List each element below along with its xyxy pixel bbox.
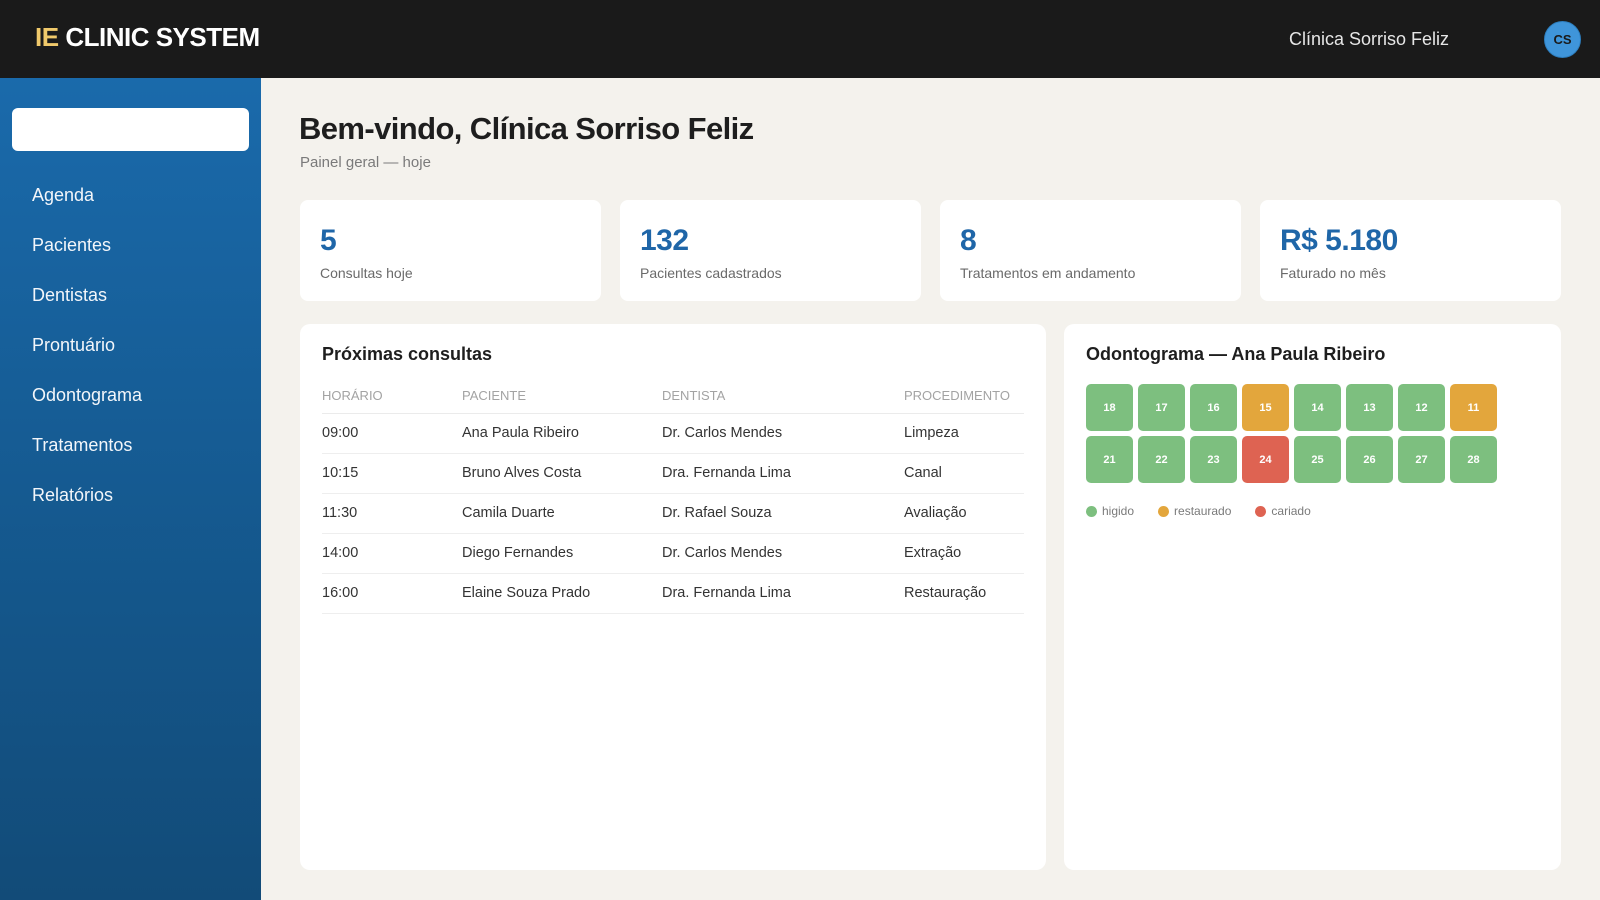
tooth[interactable]: 25 [1294, 436, 1341, 483]
user-avatar[interactable]: CS [1544, 21, 1581, 58]
appointment-procedure: Canal [904, 453, 1024, 494]
tooth[interactable]: 26 [1346, 436, 1393, 483]
stat-value: R$ 5.180 [1280, 224, 1398, 257]
tooth[interactable]: 28 [1450, 436, 1497, 483]
tooth[interactable]: 23 [1190, 436, 1237, 483]
appointment-time: 16:00 [322, 573, 462, 614]
brand-name: CLINIC SYSTEM [65, 22, 260, 52]
sidebar-item-agenda[interactable]: Agenda [0, 170, 261, 220]
main-content: Bem-vindo, Clínica Sorriso Feliz Painel … [261, 78, 1600, 900]
appointment-patient: Elaine Souza Prado [462, 573, 662, 614]
legend-item-cariado: cariado [1255, 504, 1311, 518]
odontogram-card: Odontograma — Ana Paula Ribeiro 18 17 16… [1064, 324, 1561, 870]
stat-label: Faturado no mês [1280, 265, 1386, 281]
table-row[interactable]: 11:30 Camila Duarte Dr. Rafael Souza Ava… [322, 493, 1024, 534]
stat-label: Consultas hoje [320, 265, 413, 281]
appointment-dentist: Dra. Fernanda Lima [662, 453, 904, 494]
tooth[interactable]: 11 [1450, 384, 1497, 431]
table-row[interactable]: 09:00 Ana Paula Ribeiro Dr. Carlos Mende… [322, 413, 1024, 454]
odontogram-legend: higido restaurado cariado [1086, 504, 1335, 518]
stat-value: 8 [960, 224, 977, 257]
tooth[interactable]: 16 [1190, 384, 1237, 431]
tooth[interactable]: 17 [1138, 384, 1185, 431]
appointment-dentist: Dr. Rafael Souza [662, 493, 904, 534]
sidebar-item-pacientes[interactable]: Pacientes [0, 220, 261, 270]
appointment-time: 09:00 [322, 413, 462, 454]
odontogram-upper-row: 18 17 16 15 14 13 12 11 [1086, 384, 1502, 431]
legend-dot [1255, 505, 1267, 517]
clinic-name: Clínica Sorriso Feliz [1289, 29, 1450, 49]
sidebar-nav: Agenda Pacientes Dentistas Prontuário Od… [0, 170, 261, 520]
tooth[interactable]: 21 [1086, 436, 1133, 483]
legend-label: higido [1102, 504, 1135, 518]
stat-value: 5 [320, 224, 337, 257]
appointment-time: 10:15 [322, 453, 462, 494]
stat-card-tratamentos: 8 Tratamentos em andamento [940, 200, 1241, 301]
legend-label: cariado [1271, 504, 1311, 518]
odontogram-lower-row: 21 22 23 24 25 26 27 28 [1086, 436, 1502, 483]
brand-prefix: IE [35, 22, 59, 52]
column-header-paciente: Paciente [462, 379, 662, 414]
appointment-procedure: Avaliação [904, 493, 1024, 534]
appointments-table: Horário Paciente Dentista Procedimento 0… [322, 379, 1024, 614]
appointment-dentist: Dra. Fernanda Lima [662, 573, 904, 614]
tooth[interactable]: 12 [1398, 384, 1445, 431]
sidebar-item-relatorios[interactable]: Relatórios [0, 470, 261, 520]
column-header-dentista: Dentista [662, 379, 904, 414]
tooth[interactable]: 27 [1398, 436, 1445, 483]
stat-value: 132 [640, 224, 689, 257]
table-row[interactable]: 14:00 Diego Fernandes Dr. Carlos Mendes … [322, 533, 1024, 574]
stat-card-faturado: R$ 5.180 Faturado no mês [1260, 200, 1561, 301]
appointment-procedure: Restauração [904, 573, 1024, 614]
tooth[interactable]: 18 [1086, 384, 1133, 431]
legend-item-higido: higido [1086, 504, 1134, 518]
stat-card-pacientes: 132 Pacientes cadastrados [620, 200, 921, 301]
sidebar-item-dentistas[interactable]: Dentistas [0, 270, 261, 320]
stat-card-consultas: 5 Consultas hoje [300, 200, 601, 301]
appointment-patient: Camila Duarte [462, 493, 662, 534]
legend-item-restaurado: restaurado [1158, 504, 1231, 518]
appointment-patient: Diego Fernandes [462, 533, 662, 574]
column-header-procedimento: Procedimento [904, 379, 1024, 414]
legend-dot [1158, 505, 1170, 517]
stat-label: Tratamentos em andamento [960, 265, 1136, 281]
appointment-dentist: Dr. Carlos Mendes [662, 533, 904, 574]
tooth[interactable]: 13 [1346, 384, 1393, 431]
column-header-horario: Horário [322, 379, 462, 414]
appointments-card: Próximas consultas Horário Paciente Dent… [300, 324, 1046, 870]
tooth[interactable]: 24 [1242, 436, 1289, 483]
tooth[interactable]: 15 [1242, 384, 1289, 431]
sidebar-item-tratamentos[interactable]: Tratamentos [0, 420, 261, 470]
legend-dot [1086, 505, 1097, 517]
table-header-row: Horário Paciente Dentista Procedimento [322, 379, 1024, 414]
appointment-time: 14:00 [322, 533, 462, 574]
sidebar-item-odontograma[interactable]: Odontograma [0, 370, 261, 420]
appointment-dentist: Dr. Carlos Mendes [662, 413, 904, 454]
odontogram-title: Odontograma — Ana Paula Ribeiro [1086, 344, 1386, 364]
table-row[interactable]: 16:00 Elaine Souza Prado Dra. Fernanda L… [322, 573, 1024, 614]
tooth[interactable]: 22 [1138, 436, 1185, 483]
stat-label: Pacientes cadastrados [640, 265, 782, 281]
sidebar: Agenda Pacientes Dentistas Prontuário Od… [0, 78, 261, 900]
top-bar: IE CLINIC SYSTEM Clínica Sorriso Feliz C… [0, 0, 1600, 78]
tooth[interactable]: 14 [1294, 384, 1341, 431]
page-subtitle: Painel geral — hoje [300, 154, 431, 171]
legend-label: restaurado [1174, 504, 1232, 518]
appointment-patient: Ana Paula Ribeiro [462, 413, 662, 454]
appointments-title: Próximas consultas [322, 344, 493, 364]
appointment-patient: Bruno Alves Costa [462, 453, 662, 494]
appointment-procedure: Extração [904, 533, 1024, 574]
page-title: Bem-vindo, Clínica Sorriso Feliz [299, 111, 754, 146]
table-row[interactable]: 10:15 Bruno Alves Costa Dra. Fernanda Li… [322, 453, 1024, 494]
sidebar-search-input[interactable] [12, 108, 249, 151]
appointment-time: 11:30 [322, 493, 462, 534]
sidebar-item-prontuario[interactable]: Prontuário [0, 320, 261, 370]
appointment-procedure: Limpeza [904, 413, 1024, 454]
brand-logo[interactable]: IE CLINIC SYSTEM [35, 22, 260, 53]
